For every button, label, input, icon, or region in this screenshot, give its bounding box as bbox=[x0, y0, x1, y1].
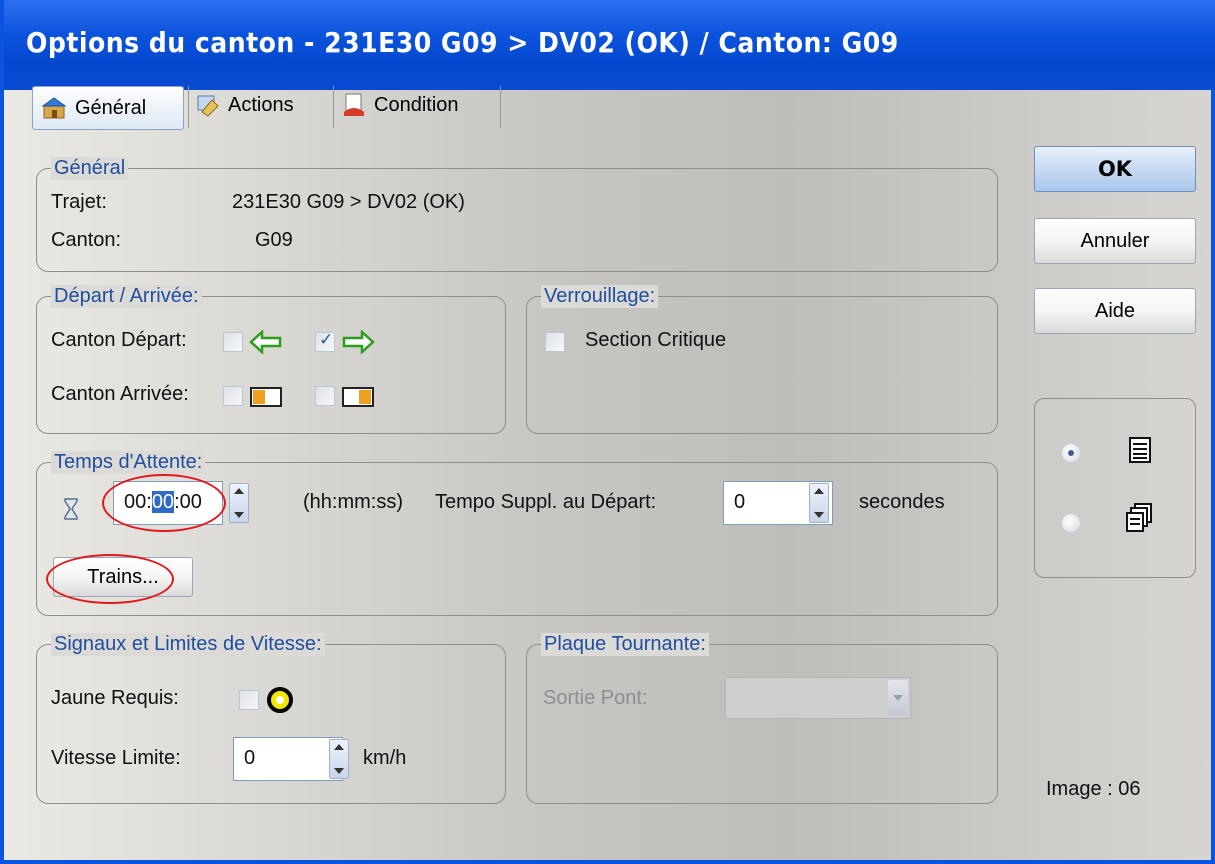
tab-separator bbox=[500, 86, 501, 128]
wait-time-spinner[interactable] bbox=[229, 483, 249, 523]
highlight-ellipse bbox=[102, 474, 226, 532]
sortie-pont-label: Sortie Pont: bbox=[543, 687, 648, 709]
general-legend: Général bbox=[51, 157, 129, 180]
tab-general-label: Général bbox=[75, 96, 147, 119]
section-critique-checkbox[interactable] bbox=[545, 332, 565, 352]
sortie-pont-select[interactable] bbox=[725, 677, 911, 719]
jaune-requis-checkbox[interactable] bbox=[239, 690, 259, 710]
depart-arrivee-group: Départ / Arrivée: Canton Départ: Canton … bbox=[36, 285, 506, 434]
arrow-left-icon bbox=[249, 330, 282, 354]
condition-icon bbox=[340, 92, 368, 118]
plaque-tournante-legend: Plaque Tournante: bbox=[541, 633, 709, 656]
tab-condition[interactable]: Condition bbox=[340, 80, 500, 130]
vitesse-limite-spinner[interactable] bbox=[329, 739, 349, 779]
tab-actions[interactable]: Actions bbox=[194, 80, 334, 130]
cancel-button-label: Annuler bbox=[1080, 229, 1150, 252]
canton-value: G09 bbox=[255, 229, 293, 251]
highlight-ellipse bbox=[46, 554, 174, 604]
depart-arrivee-legend: Départ / Arrivée: bbox=[51, 285, 202, 308]
vitesse-limite-label: Vitesse Limite: bbox=[51, 747, 181, 769]
hourglass-icon bbox=[64, 498, 78, 520]
tab-general[interactable]: Général bbox=[32, 86, 184, 130]
end-left-icon bbox=[250, 387, 282, 407]
view-list-radio[interactable] bbox=[1061, 443, 1081, 463]
image-number-label: Image : 06 bbox=[1046, 778, 1141, 800]
multi-window-icon bbox=[1126, 503, 1152, 532]
general-group: Général Trajet: 231E30 G09 > DV02 (OK) C… bbox=[36, 157, 998, 272]
dialog-window: Options du canton - 231E30 G09 > DV02 (O… bbox=[0, 0, 1215, 864]
section-critique-label[interactable]: Section Critique bbox=[585, 329, 726, 352]
ok-button-label: OK bbox=[1097, 157, 1133, 181]
trajet-label: Trajet: bbox=[51, 191, 107, 213]
actions-icon bbox=[194, 92, 222, 118]
arrow-right-icon bbox=[342, 330, 375, 354]
temps-attente-legend: Temps d'Attente: bbox=[51, 451, 206, 474]
tempo-spinner[interactable] bbox=[809, 483, 829, 523]
ok-button[interactable]: OK bbox=[1034, 146, 1196, 192]
jaune-requis-label: Jaune Requis: bbox=[51, 687, 179, 709]
verrouillage-group: Verrouillage: Section Critique bbox=[526, 285, 998, 434]
tempo-unit-label: secondes bbox=[859, 491, 945, 513]
help-button[interactable]: Aide bbox=[1034, 288, 1196, 334]
tab-condition-label: Condition bbox=[374, 93, 459, 116]
signaux-group: Signaux et Limites de Vitesse: Jaune Req… bbox=[36, 633, 506, 804]
canton-arrivee-label: Canton Arrivée: bbox=[51, 383, 189, 405]
tab-actions-label: Actions bbox=[228, 93, 294, 116]
arrivee-right-checkbox[interactable] bbox=[315, 386, 335, 406]
vitesse-limite-input[interactable]: 0 bbox=[233, 737, 343, 781]
tab-separator bbox=[333, 86, 334, 128]
tab-separator bbox=[188, 86, 189, 128]
end-right-icon bbox=[342, 387, 374, 407]
arrivee-left-checkbox[interactable] bbox=[223, 386, 243, 406]
depart-left-checkbox[interactable] bbox=[223, 332, 243, 352]
chevron-down-icon[interactable] bbox=[888, 680, 908, 716]
help-button-label: Aide bbox=[1094, 299, 1136, 322]
signaux-legend: Signaux et Limites de Vitesse: bbox=[51, 633, 325, 656]
cancel-button[interactable]: Annuler bbox=[1034, 218, 1196, 264]
verrouillage-legend: Verrouillage: bbox=[541, 285, 659, 308]
plaque-tournante-group: Plaque Tournante: Sortie Pont: bbox=[526, 633, 998, 804]
title-bar[interactable]: Options du canton - 231E30 G09 > DV02 (O… bbox=[4, 0, 1215, 90]
depart-right-checkbox[interactable] bbox=[315, 330, 335, 352]
trajet-value: 231E30 G09 > DV02 (OK) bbox=[232, 191, 465, 213]
yellow-signal-icon bbox=[267, 687, 293, 713]
view-options-panel bbox=[1034, 398, 1196, 578]
general-icon bbox=[41, 95, 69, 121]
view-multi-radio[interactable] bbox=[1061, 513, 1081, 533]
time-format-label: (hh:mm:ss) bbox=[303, 491, 403, 513]
window-title: Options du canton - 231E30 G09 > DV02 (O… bbox=[26, 26, 899, 59]
list-view-icon bbox=[1129, 437, 1151, 463]
canton-depart-label: Canton Départ: bbox=[51, 329, 187, 351]
vitesse-unit-label: km/h bbox=[363, 747, 407, 769]
canton-label: Canton: bbox=[51, 229, 122, 251]
tempo-label: Tempo Suppl. au Départ: bbox=[435, 491, 657, 513]
